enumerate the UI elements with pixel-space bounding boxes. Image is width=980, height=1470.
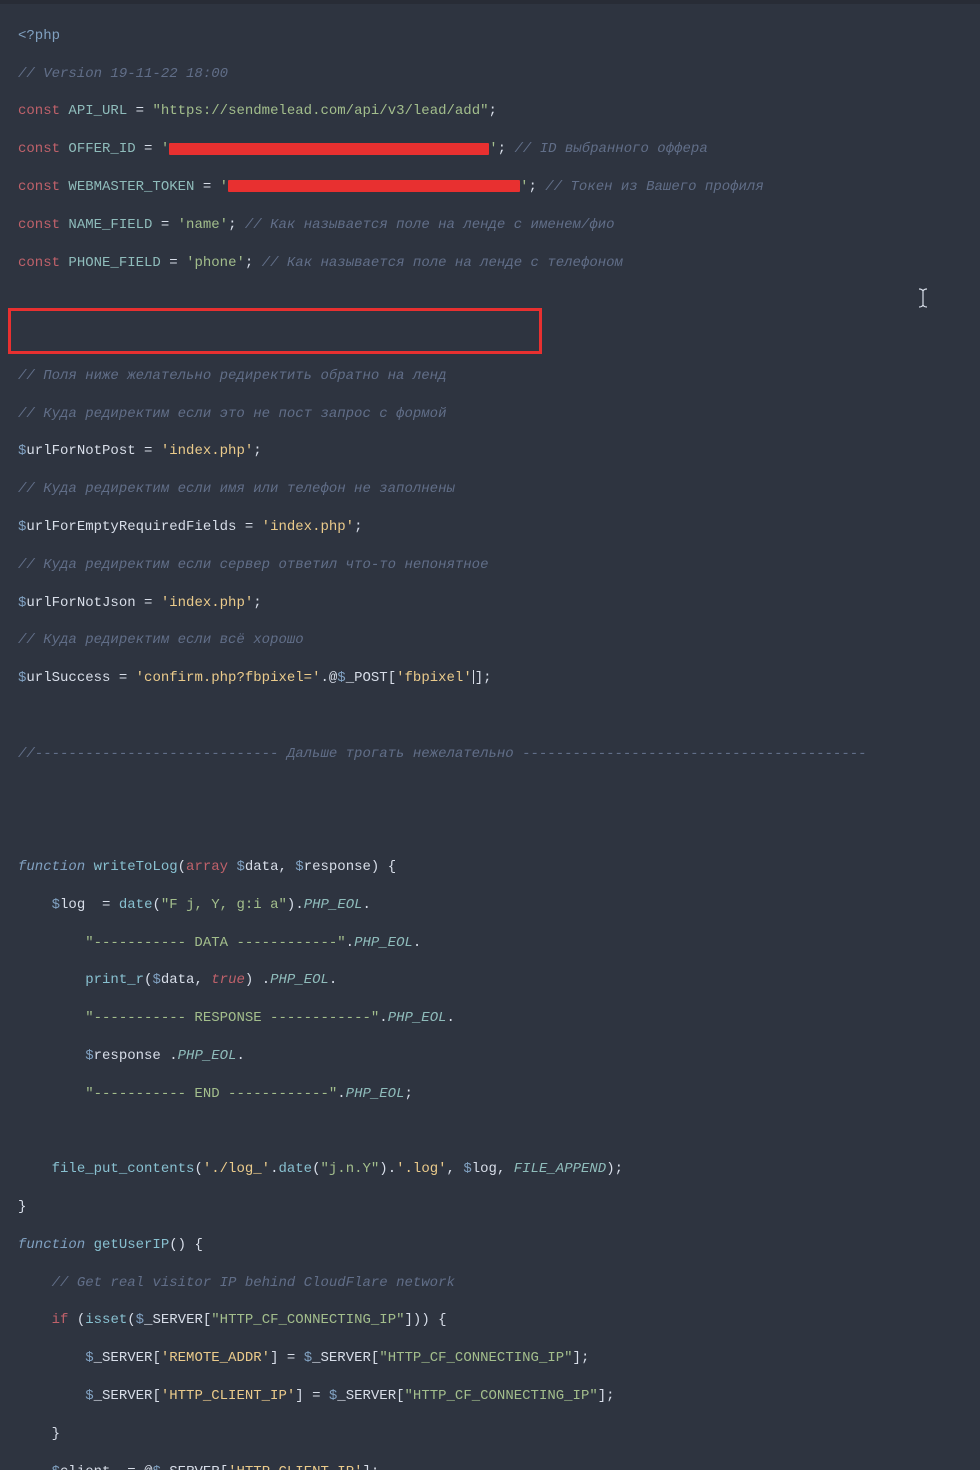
str-httpclientip: 'HTTP_CLIENT_IP' (161, 1388, 295, 1404)
kw-const: const (18, 103, 60, 119)
const-phone-field: PHONE_FIELD (68, 255, 160, 271)
const-phpeol: PHP_EOL (304, 897, 363, 913)
fn-fileputcontents: file_put_contents (52, 1161, 195, 1177)
str-confirmphp: 'confirm.php?fbpixel=' (136, 670, 321, 686)
comment-notjson: // Куда редиректим если сервер ответил ч… (18, 557, 488, 573)
var-data: data (161, 972, 195, 988)
var-post: _POST (346, 670, 388, 686)
fn-printr: print_r (85, 972, 144, 988)
comment-version: // Version 19-11-22 18:00 (18, 66, 228, 82)
const-name-field: NAME_FIELD (68, 217, 152, 233)
kw-function: function (18, 859, 85, 875)
comment-success: // Куда редиректим если всё хорошо (18, 632, 304, 648)
const-phpeol: PHP_EOL (388, 1010, 447, 1026)
var-client: client (60, 1464, 110, 1470)
var-server: _SERVER (94, 1350, 153, 1366)
var-urlforempty: urlForEmptyRequiredFields (26, 519, 236, 535)
fn-isset: isset (85, 1312, 127, 1328)
kw-function: function (18, 1237, 85, 1253)
text-caret (473, 670, 474, 684)
kw-true: true (211, 972, 245, 988)
var-urlfornotjson: urlForNotJson (26, 595, 135, 611)
comment-offer-id: // ID выбранного оффера (514, 141, 707, 157)
var-log: log (472, 1161, 497, 1177)
kw-const: const (18, 255, 60, 271)
const-phpeol: PHP_EOL (270, 972, 329, 988)
const-phpeol: PHP_EOL (346, 1086, 405, 1102)
comment-cloudflare: // Get real visitor IP behind CloudFlare… (52, 1275, 455, 1291)
str-name: 'name' (178, 217, 228, 233)
str-datefmt: "F j, Y, g:i a" (161, 897, 287, 913)
str-httpcf: "HTTP_CF_CONNECTING_IP" (211, 1312, 404, 1328)
var-server: _SERVER (94, 1388, 153, 1404)
redacted-offer-id (169, 143, 489, 155)
comment-empty: // Куда редиректим если имя или телефон … (18, 481, 455, 497)
str-quote: ' (161, 141, 169, 157)
var-server: _SERVER (144, 1312, 203, 1328)
var-urlfornotpost: urlForNotPost (26, 443, 135, 459)
comment-divider: //----------------------------- Дальше т… (18, 746, 867, 762)
const-offer-id: OFFER_ID (68, 141, 135, 157)
str-logpath: './log_' (203, 1161, 270, 1177)
fn-getuserip: getUserIP (94, 1237, 170, 1253)
var-response: response (304, 859, 371, 875)
str-fbpixel: 'fbpixel' (396, 670, 472, 686)
str-api-url: "https://sendmelead.com/api/v3/lead/add" (152, 103, 488, 119)
kw-const: const (18, 217, 60, 233)
kw-const: const (18, 179, 60, 195)
str-dashend: "----------- END ------------" (85, 1086, 337, 1102)
const-fileappend: FILE_APPEND (514, 1161, 606, 1177)
const-phpeol: PHP_EOL (178, 1048, 237, 1064)
kw-const: const (18, 141, 60, 157)
comment-webmaster: // Токен из Вашего профиля (545, 179, 763, 195)
fn-date: date (119, 897, 153, 913)
str-httpclientip: 'HTTP_CLIENT_IP' (228, 1464, 362, 1470)
comment-phone-field: // Как называется поле на ленде с телефо… (262, 255, 623, 271)
comment-name-field: // Как называется поле на ленде с именем… (245, 217, 615, 233)
redacted-token (228, 180, 520, 192)
str-remoteaddr: 'REMOTE_ADDR' (161, 1350, 270, 1366)
var-data: data (245, 859, 279, 875)
str-httpcf: "HTTP_CF_CONNECTING_IP" (379, 1350, 572, 1366)
const-phpeol: PHP_EOL (354, 935, 413, 951)
var-server: _SERVER (161, 1464, 220, 1470)
str-datefmt2: "j.n.Y" (320, 1161, 379, 1177)
code-editor[interactable]: <?php // Version 19-11-22 18:00 const AP… (0, 4, 980, 1470)
str-indexphp: 'index.php' (161, 443, 253, 459)
var-response: response (94, 1048, 161, 1064)
str-indexphp: 'index.php' (161, 595, 253, 611)
str-dashresp: "----------- RESPONSE ------------" (85, 1010, 379, 1026)
str-phone: 'phone' (186, 255, 245, 271)
kw-if: if (52, 1312, 69, 1328)
var-server: _SERVER (337, 1388, 396, 1404)
kw-array: array (186, 859, 228, 875)
comment-redirect: // Поля ниже желательно редиректить обра… (18, 368, 446, 384)
str-dashdata: "----------- DATA ------------" (85, 935, 345, 951)
var-server: _SERVER (312, 1350, 371, 1366)
str-quote: ' (489, 141, 497, 157)
const-webmaster: WEBMASTER_TOKEN (68, 179, 194, 195)
fn-date: date (278, 1161, 312, 1177)
str-quote: ' (220, 179, 228, 195)
str-logext: '.log' (396, 1161, 446, 1177)
str-httpcf: "HTTP_CF_CONNECTING_IP" (405, 1388, 598, 1404)
fn-writetolog: writeToLog (94, 859, 178, 875)
const-api-url: API_URL (68, 103, 127, 119)
var-urlsuccess: urlSuccess (26, 670, 110, 686)
var-log: log (60, 897, 85, 913)
at-operator: @ (144, 1464, 152, 1470)
php-open-tag: <?php (18, 28, 60, 44)
comment-notpost: // Куда редиректим если это не пост запр… (18, 406, 446, 422)
str-indexphp: 'index.php' (262, 519, 354, 535)
